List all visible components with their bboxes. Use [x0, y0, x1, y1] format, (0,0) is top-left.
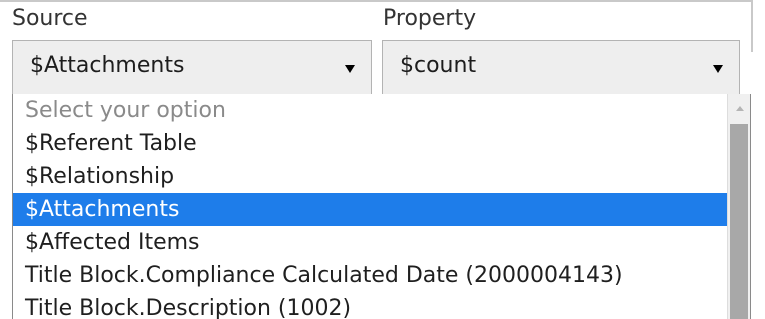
triangle-down-icon	[713, 65, 723, 73]
dropdown-scrollbar[interactable]	[727, 94, 750, 319]
option-description[interactable]: Title Block.Description (1002)	[13, 292, 727, 319]
option-placeholder[interactable]: Select your option	[13, 94, 727, 127]
option-compliance-calculated-date[interactable]: Title Block.Compliance Calculated Date (…	[13, 259, 727, 292]
source-label: Source	[12, 6, 88, 31]
source-select[interactable]: $Attachments	[12, 40, 372, 95]
property-select[interactable]: $count	[382, 40, 740, 95]
scrollbar-thumb[interactable]	[730, 124, 748, 319]
source-select-value: $Attachments	[30, 53, 185, 78]
option-attachments[interactable]: $Attachments	[13, 193, 727, 226]
query-builder-panel: Source Property $Attachments $count Sele…	[0, 0, 765, 319]
option-referent-table[interactable]: $Referent Table	[13, 127, 727, 160]
property-label: Property	[383, 6, 477, 31]
panel-right-border	[751, 0, 753, 52]
option-affected-items[interactable]: $Affected Items	[13, 226, 727, 259]
scroll-up-arrow-icon[interactable]	[736, 106, 744, 111]
panel-top-border	[0, 0, 752, 2]
source-dropdown-list[interactable]: Select your option $Referent Table $Rela…	[12, 94, 751, 319]
triangle-down-icon	[345, 65, 355, 73]
property-select-value: $count	[400, 53, 477, 78]
option-relationship[interactable]: $Relationship	[13, 160, 727, 193]
